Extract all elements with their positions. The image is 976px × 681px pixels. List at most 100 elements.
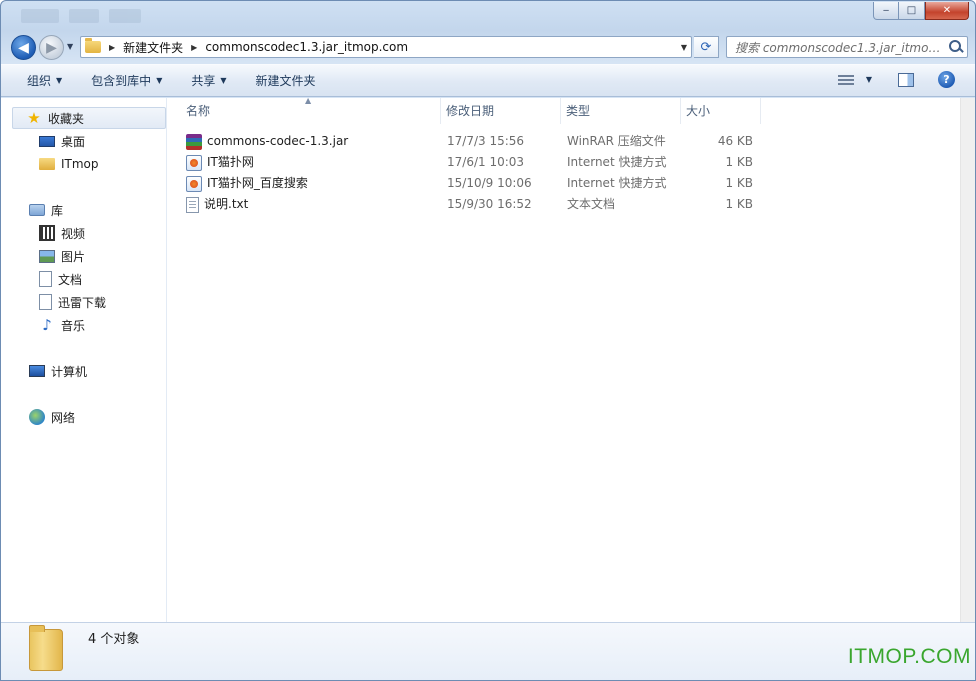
sidebar-item-label: 桌面 <box>61 134 86 149</box>
close-button[interactable]: ✕ <box>925 2 969 20</box>
sidebar-item-label: ITmop <box>61 157 99 171</box>
include-in-library-label: 包含到库中 <box>91 74 152 88</box>
breadcrumb-chevron-icon[interactable]: ▶ <box>191 43 197 52</box>
change-view-icon[interactable] <box>837 73 854 87</box>
breadcrumb-current-folder[interactable]: commonscodec1.3.jar_itmop.com <box>205 40 408 54</box>
internet-shortcut-icon <box>186 175 202 192</box>
view-options-dropdown-icon[interactable]: ▼ <box>866 75 872 84</box>
sidebar-item-label: 音乐 <box>61 318 86 333</box>
text-document-icon <box>186 196 199 213</box>
minimize-button[interactable]: ‒ <box>873 2 899 20</box>
sidebar-item-computer[interactable]: 计算机 <box>29 360 87 382</box>
file-name: 说明.txt <box>204 197 249 211</box>
column-header-name[interactable]: 名称 <box>181 98 441 124</box>
sidebar-item-desktop[interactable]: 桌面 <box>39 130 85 152</box>
sidebar-item-label: 收藏夹 <box>48 111 85 126</box>
preview-pane-icon[interactable] <box>898 72 914 87</box>
document-icon <box>39 271 52 287</box>
file-type: Internet 快捷方式 <box>567 155 667 169</box>
column-headers: ▲ 名称 修改日期 类型 大小 <box>168 96 768 124</box>
sidebar-item-videos[interactable]: 视频 <box>39 222 85 244</box>
search-icon[interactable] <box>946 38 964 56</box>
sidebar-item-documents[interactable]: 文档 <box>39 268 82 290</box>
file-row[interactable]: IT猫扑网 17/6/1 10:03 Internet 快捷方式 1 KB <box>182 152 772 173</box>
file-list: ▲ 名称 修改日期 类型 大小 commons-codec-1.3.jar 17… <box>168 96 975 622</box>
file-size: 1 KB <box>725 197 753 211</box>
desktop-icon <box>39 135 55 147</box>
file-name: commons-codec-1.3.jar <box>207 134 349 148</box>
explorer-window: ‒ □ ✕ ◀ ▶ ▼ ▶ 新建文件夹 ▶ commonscodec1.3.ja… <box>0 0 976 681</box>
file-row[interactable]: commons-codec-1.3.jar 17/7/3 15:56 WinRA… <box>182 131 772 152</box>
file-date: 17/6/1 10:03 <box>447 155 525 169</box>
file-type: Internet 快捷方式 <box>567 176 667 190</box>
breadcrumb-new-folder[interactable]: 新建文件夹 <box>123 39 183 56</box>
chevron-down-icon: ▼ <box>156 76 163 85</box>
navigation-pane: ★ 收藏夹 桌面 ITmop 库 视频 图片 文档 迅雷下载 ♪ 音乐 计算机 … <box>1 98 167 622</box>
object-count: 4 个对象 <box>88 632 140 647</box>
file-name: IT猫扑网 <box>207 155 254 169</box>
breadcrumb-chevron-icon[interactable]: ▶ <box>109 43 115 52</box>
navigation-bar: ◀ ▶ ▼ ▶ 新建文件夹 ▶ commonscodec1.3.jar_itmo… <box>1 32 975 62</box>
file-type: WinRAR 压缩文件 <box>567 134 666 148</box>
file-size: 1 KB <box>725 176 753 190</box>
vertical-scrollbar[interactable] <box>960 98 975 622</box>
new-folder-button[interactable]: 新建文件夹 <box>256 72 316 89</box>
network-globe-icon <box>29 409 45 425</box>
music-note-icon: ♪ <box>42 316 52 334</box>
sidebar-item-label: 视频 <box>61 226 86 241</box>
sidebar-item-itmop[interactable]: ITmop <box>39 153 99 175</box>
file-date: 15/9/30 16:52 <box>447 197 532 211</box>
back-button[interactable]: ◀ <box>11 35 36 60</box>
sidebar-item-pictures[interactable]: 图片 <box>39 245 85 267</box>
refresh-button[interactable]: ⟳ <box>694 36 719 58</box>
file-type: 文本文档 <box>567 197 616 211</box>
new-folder-label: 新建文件夹 <box>255 74 316 88</box>
address-bar[interactable]: ▶ 新建文件夹 ▶ commonscodec1.3.jar_itmop.com … <box>80 36 692 58</box>
sidebar-item-network[interactable]: 网络 <box>29 406 75 428</box>
search-input[interactable]: 搜索 commonscodec1.3.jar_itmop.... <box>726 36 968 58</box>
library-icon <box>29 204 45 216</box>
blurred-title <box>21 9 141 23</box>
address-dropdown-icon[interactable]: ▼ <box>681 43 687 52</box>
organize-label: 组织 <box>27 74 52 88</box>
file-name: IT猫扑网_百度搜索 <box>207 176 308 190</box>
column-header-type[interactable]: 类型 <box>561 98 681 124</box>
organize-menu[interactable]: 组织 ▼ <box>27 72 62 89</box>
star-icon: ★ <box>27 109 41 127</box>
include-in-library-menu[interactable]: 包含到库中 ▼ <box>91 72 162 89</box>
folder-icon <box>39 158 55 170</box>
help-icon[interactable]: ? <box>938 71 955 88</box>
watermark: ITMOP.COM <box>847 645 971 668</box>
folder-icon <box>85 38 101 53</box>
title-bar: ‒ □ ✕ <box>1 1 975 31</box>
forward-button[interactable]: ▶ <box>39 35 64 60</box>
column-header-size[interactable]: 大小 <box>681 98 761 124</box>
sidebar-item-music[interactable]: ♪ 音乐 <box>39 314 85 336</box>
sidebar-item-label: 计算机 <box>51 364 88 379</box>
file-row[interactable]: 说明.txt 15/9/30 16:52 文本文档 1 KB <box>182 194 772 215</box>
share-menu[interactable]: 共享 ▼ <box>191 72 226 89</box>
picture-icon <box>39 249 55 263</box>
sidebar-item-favorites[interactable]: ★ 收藏夹 <box>12 107 166 129</box>
computer-icon <box>29 365 45 377</box>
sidebar-item-label: 库 <box>51 203 64 218</box>
details-pane: 4 个对象 ITMOP.COM <box>1 622 975 680</box>
sidebar-item-libraries[interactable]: 库 <box>29 199 63 221</box>
video-icon <box>39 225 55 241</box>
share-label: 共享 <box>191 74 216 88</box>
internet-shortcut-icon <box>186 154 202 171</box>
main-area: ★ 收藏夹 桌面 ITmop 库 视频 图片 文档 迅雷下载 ♪ 音乐 计算机 … <box>1 96 975 622</box>
sidebar-item-thunder-downloads[interactable]: 迅雷下载 <box>39 291 106 313</box>
download-folder-icon <box>39 294 52 310</box>
view-controls: ▼ ? <box>837 71 955 88</box>
recent-pages-dropdown[interactable]: ▼ <box>67 42 73 51</box>
maximize-button[interactable]: □ <box>899 2 925 20</box>
window-controls: ‒ □ ✕ <box>873 2 969 20</box>
file-row[interactable]: IT猫扑网_百度搜索 15/10/9 10:06 Internet 快捷方式 1… <box>182 173 772 194</box>
folder-icon <box>29 625 63 671</box>
search-placeholder: 搜索 commonscodec1.3.jar_itmop.... <box>735 40 946 55</box>
sidebar-item-label: 迅雷下载 <box>58 295 107 310</box>
chevron-down-icon: ▼ <box>56 76 63 85</box>
command-bar: 组织 ▼ 包含到库中 ▼ 共享 ▼ 新建文件夹 ▼ ? <box>1 64 975 97</box>
column-header-date[interactable]: 修改日期 <box>441 98 561 124</box>
